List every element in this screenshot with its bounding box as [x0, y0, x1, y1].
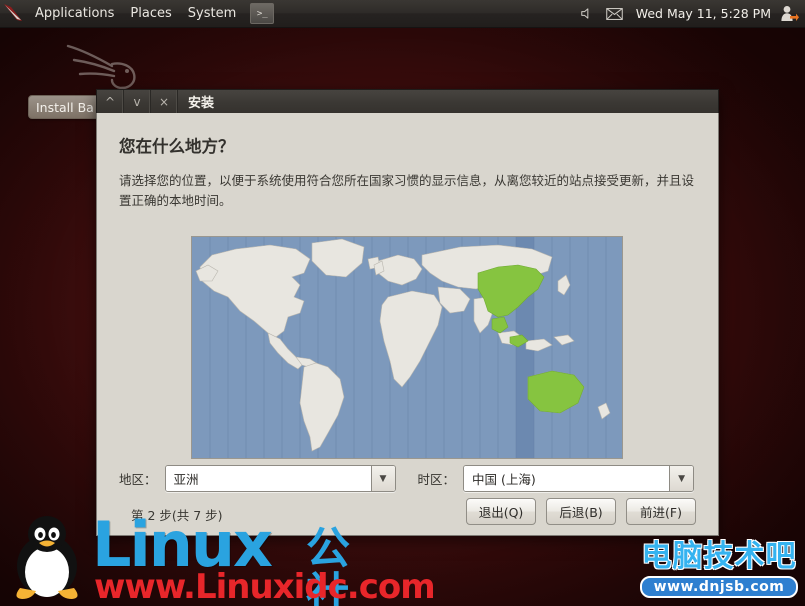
- forward-button[interactable]: 前进(F): [626, 498, 696, 525]
- user-logout-icon[interactable]: [779, 4, 799, 24]
- back-button[interactable]: 后退(B): [546, 498, 616, 525]
- quit-button[interactable]: 退出(Q): [466, 498, 536, 525]
- world-map-svg[interactable]: [192, 237, 622, 458]
- mail-icon[interactable]: [605, 7, 623, 20]
- panel-status-area: Wed May 11, 5:28 PM: [572, 4, 805, 24]
- installer-window: ^ v × 安装 您在什么地方？ 请选择您的位置，以便于系统使用符合您所在国家习…: [96, 89, 719, 536]
- close-icon[interactable]: ×: [151, 90, 178, 113]
- window-body: 您在什么地方？ 请选择您的位置，以便于系统使用符合您所在国家习惯的显示信息，从离…: [96, 113, 719, 536]
- menu-system[interactable]: System: [181, 3, 243, 25]
- region-label: 地区：: [119, 472, 157, 487]
- terminal-launcher-icon[interactable]: >_: [250, 3, 275, 24]
- kali-menu-icon[interactable]: [1, 1, 27, 27]
- location-form-row: 地区： 亚洲 ▼ 时区： 中国 (上海) ▼: [119, 465, 699, 492]
- menu-applications[interactable]: Applications: [28, 3, 121, 25]
- timezone-value[interactable]: 中国 (上海): [464, 466, 670, 491]
- watermark-dnjsb-url: www.dnjsb.com: [639, 576, 799, 598]
- chevron-down-icon[interactable]: ▼: [669, 466, 694, 491]
- dialog-button-row: 退出(Q) 后退(B) 前进(F): [456, 498, 696, 525]
- watermark-linuxidc: Linux 公社 www.Linuxidc.com: [6, 512, 436, 606]
- watermark-dnjsb-title: 电脑技术吧: [641, 539, 797, 574]
- region-value[interactable]: 亚洲: [165, 466, 371, 491]
- top-panel: Applications Places System >_ Wed May 11…: [0, 0, 805, 28]
- region-select[interactable]: 亚洲 ▼: [164, 465, 396, 492]
- window-titlebar[interactable]: ^ v × 安装: [96, 89, 719, 113]
- panel-clock[interactable]: Wed May 11, 5:28 PM: [636, 6, 771, 21]
- tux-penguin-logo: [16, 516, 78, 599]
- terminal-glyph: >_: [256, 8, 268, 19]
- timezone-label: 时区：: [417, 472, 456, 487]
- minimize-icon[interactable]: ^: [97, 90, 124, 113]
- watermark-dnjsb: 电脑技术吧 www.dnjsb.com: [636, 541, 802, 601]
- page-description: 请选择您的位置，以便于系统使用符合您所在国家习惯的显示信息，从离您较近的站点接受…: [119, 173, 695, 208]
- page-title: 您在什么地方？: [119, 137, 235, 156]
- speaker-icon[interactable]: [579, 7, 592, 20]
- window-title: 安装: [188, 96, 215, 111]
- timezone-select[interactable]: 中国 (上海) ▼: [463, 465, 695, 492]
- timezone-map[interactable]: 05:28: [191, 236, 623, 459]
- maximize-icon[interactable]: v: [124, 90, 151, 113]
- chevron-down-icon[interactable]: ▼: [370, 466, 395, 491]
- menu-places[interactable]: Places: [123, 3, 178, 25]
- screen: Applications Places System >_ Wed May 11…: [0, 0, 805, 606]
- watermark-linux-url: www.Linuxidc.com: [94, 567, 436, 606]
